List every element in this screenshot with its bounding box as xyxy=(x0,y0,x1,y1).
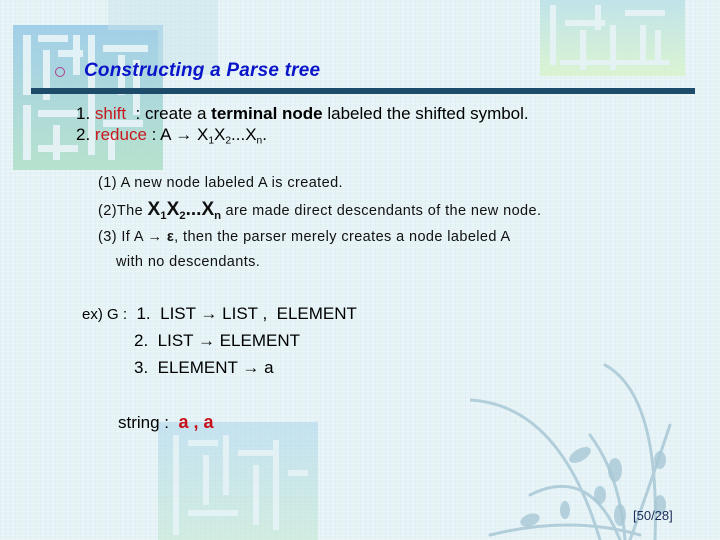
detail-text: are made direct descendants of the new n… xyxy=(221,203,542,219)
detail-text: A new node labeled A is created. xyxy=(120,175,343,191)
grammar-rule: 3. ELEMENT → a xyxy=(134,358,274,378)
rule-text: LIST → LIST , ELEMENT xyxy=(160,304,357,323)
input-string: string : a , a xyxy=(118,412,214,433)
rule-number: 2. xyxy=(134,331,149,350)
detail-label: (3) xyxy=(98,229,117,245)
page-number: [50/28] xyxy=(633,508,673,523)
bullet-circle-icon xyxy=(55,67,65,77)
rule-number: 3. xyxy=(134,358,149,377)
keyword-shift: shift xyxy=(94,104,127,123)
grammar-rule: ex) G : 1. LIST → LIST , ELEMENT xyxy=(82,304,357,324)
step-number: 2. xyxy=(76,125,91,144)
slide-title: Constructing a Parse tree xyxy=(84,60,321,81)
rule-number: 1. xyxy=(136,304,151,323)
plant-decoration-icon xyxy=(470,363,672,540)
string-value: a , a xyxy=(178,412,214,432)
step-text: labeled the shifted symbol. xyxy=(322,104,529,123)
rule-text: LIST → ELEMENT xyxy=(157,331,300,350)
step-reduce: 2. reduce : A → X1X2...Xn. xyxy=(76,125,267,147)
reduce-detail-item: (2)The X1X2...Xn are made direct descend… xyxy=(98,199,542,222)
step-text: . xyxy=(262,125,267,144)
detail-label: (2) xyxy=(98,203,117,219)
title-divider xyxy=(31,88,695,94)
detail-text: The xyxy=(116,203,148,219)
step-shift: 1. shift : create a terminal node labele… xyxy=(76,104,529,124)
step-number: 1. xyxy=(76,104,91,123)
production-rhs: X1X2...Xn xyxy=(147,199,222,222)
production-rhs: X1X2...Xn xyxy=(197,125,263,147)
step-text: : create a xyxy=(126,104,212,123)
string-label: string : xyxy=(118,413,170,432)
reduce-detail-continuation: with no descendants. xyxy=(116,254,261,270)
keyword-reduce: reduce xyxy=(94,125,147,144)
step-text: : A → xyxy=(146,125,197,144)
detail-text: , then the parser merely creates a node … xyxy=(174,229,511,245)
detail-text: If A → xyxy=(121,229,167,245)
reduce-detail-item: (1) A new node labeled A is created. xyxy=(98,175,343,191)
step-bold-text: terminal node xyxy=(211,104,323,123)
example-prefix: ex) G : xyxy=(82,306,128,323)
maze-decoration-icon xyxy=(540,0,685,76)
detail-label: (1) xyxy=(98,175,117,191)
grammar-rule: 2. LIST → ELEMENT xyxy=(134,331,300,351)
rule-text: ELEMENT → a xyxy=(157,358,274,377)
reduce-detail-item: (3) If A → ε, then the parser merely cre… xyxy=(98,229,511,245)
